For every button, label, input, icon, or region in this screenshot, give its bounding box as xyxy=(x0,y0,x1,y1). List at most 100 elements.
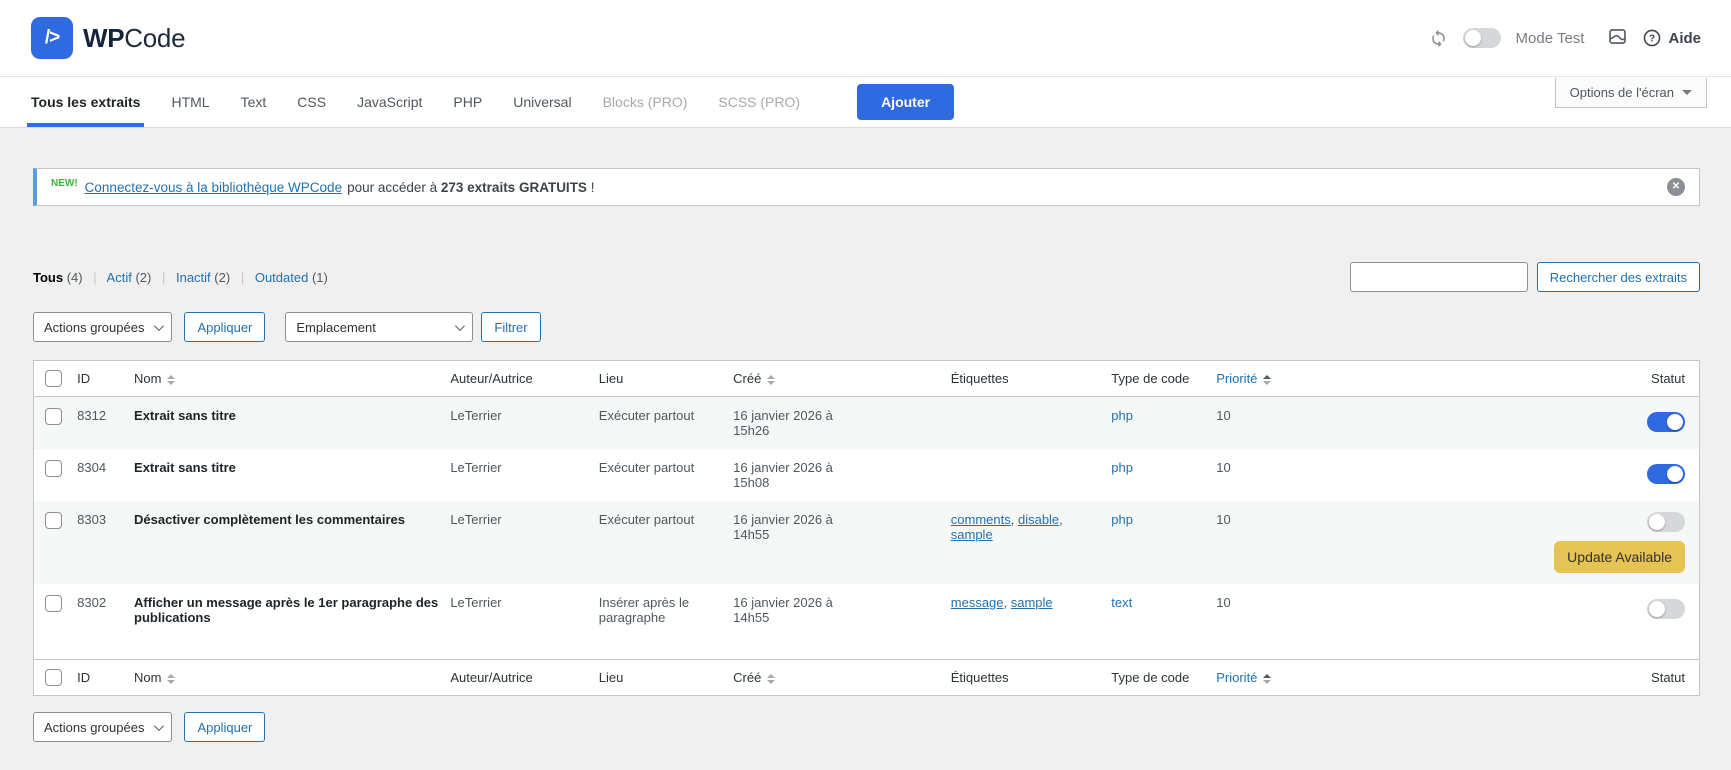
table-header-row: ID Nom Auteur/Autrice Lieu Créé Étiquett… xyxy=(34,361,1700,397)
column-type-de-code: Type de code xyxy=(1111,361,1216,397)
cell-tags: message, sample xyxy=(951,584,1112,660)
tag-link[interactable]: message xyxy=(951,595,1004,610)
bulk-actions-select-bottom[interactable]: Actions groupées xyxy=(33,712,172,742)
cell-priority: 10 xyxy=(1216,449,1554,501)
view-actif-count: (2) xyxy=(135,270,151,285)
code-type-link[interactable]: php xyxy=(1111,512,1133,527)
column-cree[interactable]: Créé xyxy=(733,361,951,397)
tab-tous-les-extraits[interactable]: Tous les extraits xyxy=(31,77,140,127)
status-toggle[interactable] xyxy=(1647,464,1685,484)
add-snippet-button[interactable]: Ajouter xyxy=(857,84,954,120)
select-all-checkbox[interactable] xyxy=(45,669,62,686)
brand-code: Code xyxy=(124,23,185,53)
snippet-type-tabs: Tous les extraits HTML Text CSS JavaScri… xyxy=(0,77,1731,128)
cell-created: 16 janvier 2026 à 14h55 xyxy=(733,584,951,660)
column-etiquettes: Étiquettes xyxy=(951,660,1112,696)
bulk-actions-value: Actions groupées xyxy=(44,320,144,335)
tab-universal[interactable]: Universal xyxy=(513,77,571,127)
tag-link[interactable]: comments xyxy=(951,512,1011,527)
table-row: 8312 Extrait sans titre LeTerrier Exécut… xyxy=(34,397,1700,450)
tab-javascript[interactable]: JavaScript xyxy=(357,77,422,127)
row-checkbox[interactable] xyxy=(45,512,62,529)
tab-html[interactable]: HTML xyxy=(171,77,209,127)
dismiss-notice-icon[interactable]: ✕ xyxy=(1667,178,1685,196)
column-lieu: Lieu xyxy=(599,660,733,696)
column-cree[interactable]: Créé xyxy=(733,660,951,696)
screen-options-label: Options de l'écran xyxy=(1570,85,1674,100)
cell-location: Exécuter partout xyxy=(599,397,733,450)
sort-icon xyxy=(1263,375,1271,385)
column-priorite[interactable]: Priorité xyxy=(1216,660,1554,696)
status-toggle[interactable] xyxy=(1647,599,1685,619)
inbox-icon[interactable] xyxy=(1607,26,1628,50)
mode-test-toggle[interactable] xyxy=(1463,28,1501,48)
tag-link[interactable]: disable xyxy=(1018,512,1059,527)
cell-id: 8302 xyxy=(77,584,134,660)
tab-text[interactable]: Text xyxy=(241,77,267,127)
column-nom[interactable]: Nom xyxy=(134,660,450,696)
tag-link[interactable]: sample xyxy=(951,527,993,542)
sort-icon xyxy=(167,375,175,385)
update-available-button[interactable]: Update Available xyxy=(1554,541,1685,573)
brand-wp: WP xyxy=(83,23,124,53)
sort-icon xyxy=(1263,674,1271,684)
column-id: ID xyxy=(77,361,134,397)
table-row: 8302 Afficher un message après le 1er pa… xyxy=(34,584,1700,660)
cell-location: Insérer après le paragraphe xyxy=(599,584,733,660)
column-nom[interactable]: Nom xyxy=(134,361,450,397)
bulk-actions-select[interactable]: Actions groupées xyxy=(33,312,172,342)
cell-created: 16 janvier 2026 à 15h08 xyxy=(733,449,951,501)
code-type-link[interactable]: php xyxy=(1111,408,1133,423)
view-inactif[interactable]: Inactif xyxy=(176,270,211,285)
status-toggle[interactable] xyxy=(1647,412,1685,432)
table-row: 8304 Extrait sans titre LeTerrier Exécut… xyxy=(34,449,1700,501)
snippet-title-link[interactable]: Extrait sans titre xyxy=(134,460,236,475)
snippets-table: ID Nom Auteur/Autrice Lieu Créé Étiquett… xyxy=(33,360,1700,696)
wpcode-logo-icon: /> xyxy=(31,17,73,59)
row-checkbox[interactable] xyxy=(45,460,62,477)
status-toggle[interactable] xyxy=(1647,512,1685,532)
library-connect-link[interactable]: Connectez-vous à la bibliothèque WPCode xyxy=(85,180,342,195)
cell-tags: comments, disable, sample xyxy=(951,501,1112,584)
tab-scss-pro[interactable]: SCSS (PRO) xyxy=(718,77,800,127)
snippet-title-link[interactable]: Afficher un message après le 1er paragra… xyxy=(134,595,438,625)
sync-icon[interactable] xyxy=(1429,29,1448,48)
tab-blocks-pro[interactable]: Blocks (PRO) xyxy=(603,77,688,127)
chevron-down-icon xyxy=(1682,90,1692,95)
notice-text-after: ! xyxy=(587,180,595,195)
tag-link[interactable]: sample xyxy=(1011,595,1053,610)
screen-options-button[interactable]: Options de l'écran xyxy=(1555,78,1707,108)
cell-tags xyxy=(951,397,1112,450)
apply-button[interactable]: Appliquer xyxy=(184,312,265,342)
sort-icon xyxy=(767,375,775,385)
select-all-checkbox[interactable] xyxy=(45,370,62,387)
column-statut: Statut xyxy=(1554,361,1699,397)
view-actif[interactable]: Actif xyxy=(107,270,132,285)
column-priorite[interactable]: Priorité xyxy=(1216,361,1554,397)
snippet-title-link[interactable]: Extrait sans titre xyxy=(134,408,236,423)
tab-css[interactable]: CSS xyxy=(297,77,326,127)
view-inactif-count: (2) xyxy=(214,270,230,285)
column-lieu: Lieu xyxy=(599,361,733,397)
tab-php[interactable]: PHP xyxy=(453,77,482,127)
code-type-link[interactable]: php xyxy=(1111,460,1133,475)
snippet-title-link[interactable]: Désactiver complètement les commentaires xyxy=(134,512,405,527)
filter-button[interactable]: Filtrer xyxy=(481,312,540,342)
column-id: ID xyxy=(77,660,134,696)
wpcode-brand-text: WPCode xyxy=(83,23,185,54)
row-checkbox[interactable] xyxy=(45,595,62,612)
row-checkbox[interactable] xyxy=(45,408,62,425)
table-row: 8303 Désactiver complètement les comment… xyxy=(34,501,1700,584)
library-notice-banner: NEW! Connectez-vous à la bibliothèque WP… xyxy=(33,168,1700,206)
view-tous-count: (4) xyxy=(67,270,83,285)
mode-test-label: Mode Test xyxy=(1516,30,1585,47)
view-tous[interactable]: Tous xyxy=(33,270,63,285)
location-filter-select[interactable]: Emplacement xyxy=(285,312,473,342)
view-outdated[interactable]: Outdated xyxy=(255,270,309,285)
search-input[interactable] xyxy=(1350,262,1528,292)
code-type-link[interactable]: text xyxy=(1111,595,1132,610)
search-snippets-button[interactable]: Rechercher des extraits xyxy=(1537,262,1700,292)
cell-created: 16 janvier 2026 à 14h55 xyxy=(733,501,951,584)
apply-button-bottom[interactable]: Appliquer xyxy=(184,712,265,742)
help-button[interactable]: ? Aide xyxy=(1643,29,1701,47)
